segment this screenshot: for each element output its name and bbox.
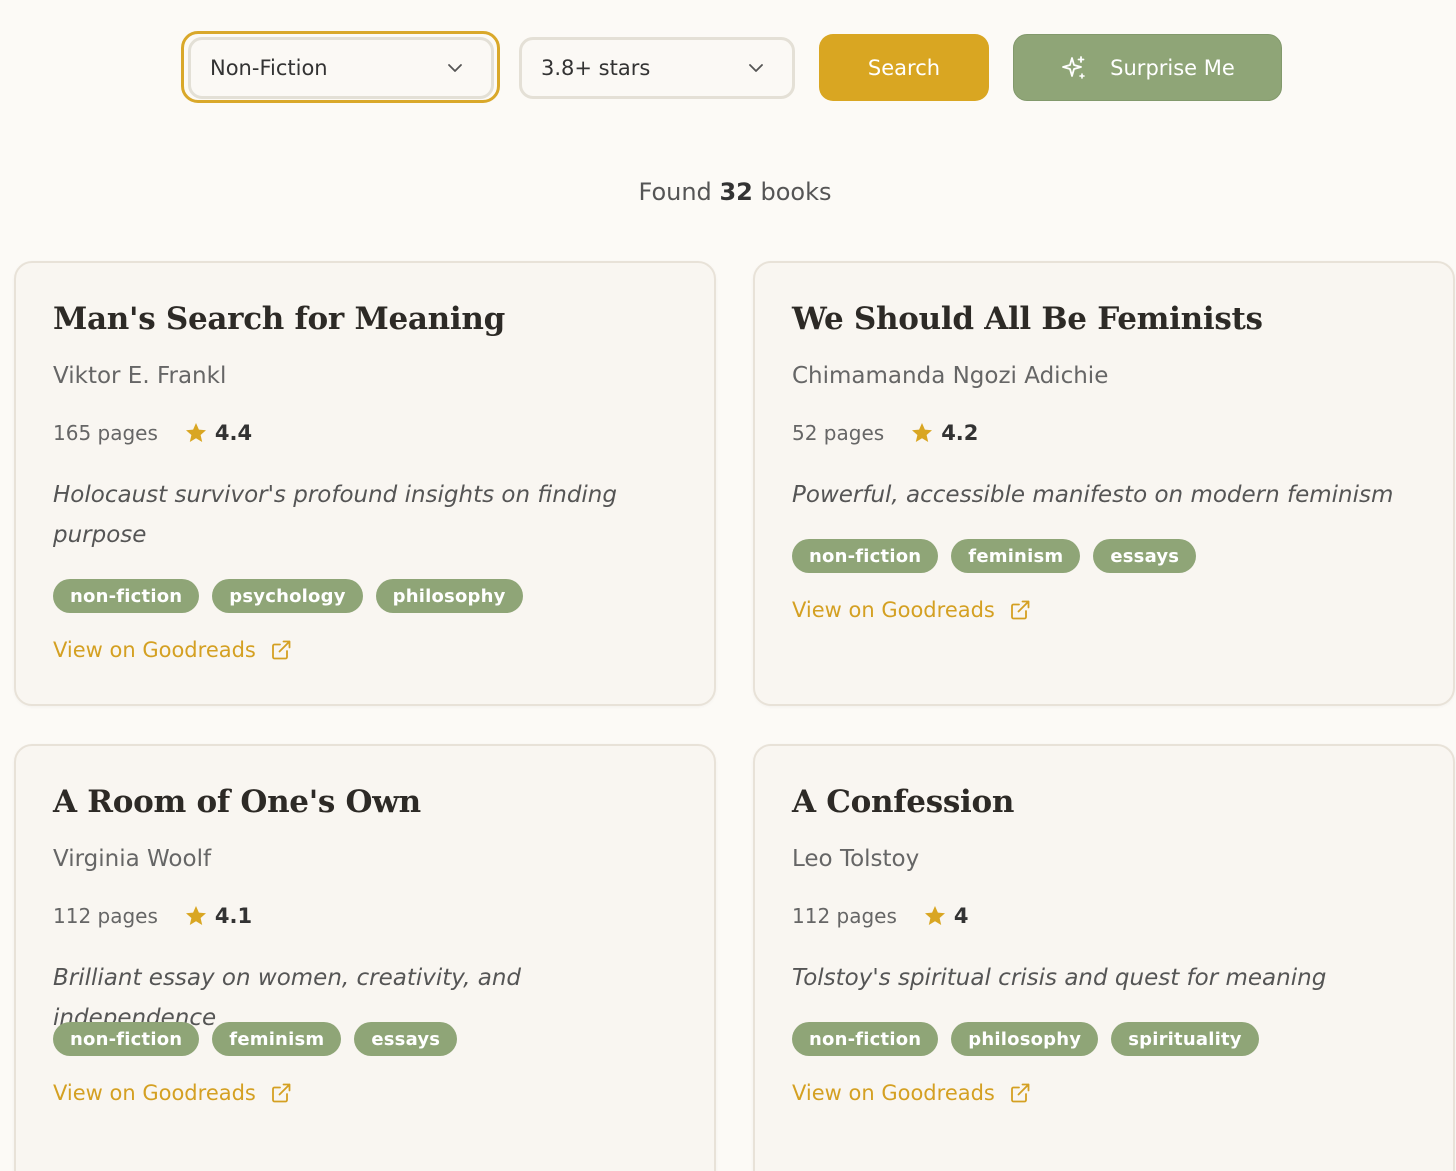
tag[interactable]: psychology [212, 579, 363, 613]
chevron-down-icon [448, 64, 462, 72]
tag-list: non-fiction feminism essays [53, 1022, 458, 1056]
book-card: We Should All Be Feminists Chimamanda Ng… [753, 261, 1455, 706]
book-pages: 52 pages [792, 421, 885, 445]
tag[interactable]: philosophy [951, 1022, 1099, 1056]
results-prefix: Found [638, 178, 712, 206]
goodreads-link-label: View on Goodreads [792, 1081, 995, 1105]
external-link-icon [1010, 600, 1030, 620]
book-title: A Confession [792, 784, 1015, 820]
book-title: A Room of One's Own [53, 784, 421, 820]
tag[interactable]: non-fiction [53, 579, 200, 613]
book-card: Man's Search for Meaning Viktor E. Frank… [14, 261, 716, 706]
book-author: Chimamanda Ngozi Adichie [792, 363, 1109, 389]
filter-bar: Non-Fiction 3.8+ stars Search Surprise M… [0, 0, 1456, 140]
tag[interactable]: spirituality [1111, 1022, 1259, 1056]
external-link-icon [271, 1083, 291, 1103]
tag[interactable]: non-fiction [53, 1022, 200, 1056]
rating-select[interactable]: 3.8+ stars [519, 37, 795, 99]
tag-list: non-fiction philosophy spirituality [792, 1022, 1259, 1056]
results-number: 32 [719, 178, 753, 206]
book-title: We Should All Be Feminists [792, 301, 1263, 337]
goodreads-link[interactable]: View on Goodreads [792, 1081, 1031, 1105]
results-suffix: books [760, 178, 832, 206]
genre-select[interactable]: Non-Fiction [188, 37, 494, 99]
goodreads-link-label: View on Goodreads [53, 1081, 256, 1105]
book-description: Holocaust survivor's profound insights o… [53, 482, 617, 548]
goodreads-link[interactable]: View on Goodreads [53, 1081, 292, 1105]
book-card: A Room of One's Own Virginia Woolf 112 p… [14, 744, 716, 1171]
tag[interactable]: non-fiction [792, 539, 939, 573]
tag[interactable]: essays [354, 1022, 458, 1056]
tag[interactable]: philosophy [375, 579, 523, 613]
book-pages: 165 pages [53, 421, 158, 445]
star-icon [185, 423, 206, 442]
goodreads-link-label: View on Goodreads [792, 598, 995, 622]
search-button-label: Search [867, 55, 941, 80]
star-icon [185, 906, 206, 925]
book-pages: 112 pages [792, 904, 897, 928]
book-description: Powerful, accessible manifesto on modern… [792, 482, 1394, 508]
tag-list: non-fiction psychology philosophy [53, 579, 523, 613]
book-rating: 4.2 [941, 421, 979, 445]
goodreads-link-label: View on Goodreads [53, 638, 256, 662]
book-description: Tolstoy's spiritual crisis and quest for… [792, 965, 1327, 991]
search-button[interactable]: Search [819, 34, 989, 101]
external-link-icon [271, 640, 291, 660]
surprise-me-button[interactable]: Surprise Me [1013, 34, 1282, 101]
book-rating: 4.4 [214, 421, 253, 445]
book-meta: 165 pages 4.4 [53, 421, 252, 445]
external-link-icon [1010, 1083, 1030, 1103]
tag[interactable]: feminism [951, 539, 1081, 573]
goodreads-link[interactable]: View on Goodreads [53, 638, 292, 662]
genre-select-value: Non-Fiction [210, 56, 328, 80]
book-author: Viktor E. Frankl [53, 363, 227, 389]
star-icon [912, 423, 933, 442]
goodreads-link[interactable]: View on Goodreads [792, 598, 1031, 622]
book-author: Virginia Woolf [53, 846, 212, 872]
sparkles-icon [1062, 55, 1085, 79]
results-count: Found 32 books [0, 178, 1456, 206]
book-meta: 112 pages 4.1 [53, 904, 252, 928]
book-author: Leo Tolstoy [792, 846, 920, 872]
chevron-down-icon [749, 64, 763, 72]
book-meta: 52 pages 4.2 [792, 421, 978, 445]
surprise-me-label: Surprise Me [1110, 55, 1235, 80]
tag[interactable]: feminism [212, 1022, 342, 1056]
book-title: Man's Search for Meaning [53, 301, 506, 337]
rating-select-value: 3.8+ stars [541, 56, 651, 80]
tag-list: non-fiction feminism essays [792, 539, 1197, 573]
tag[interactable]: non-fiction [792, 1022, 939, 1056]
book-meta: 112 pages 4 [792, 904, 969, 928]
star-icon [924, 906, 945, 925]
book-pages: 112 pages [53, 904, 158, 928]
tag[interactable]: essays [1093, 539, 1197, 573]
book-rating: 4.1 [214, 904, 253, 928]
book-rating: 4 [953, 904, 969, 928]
book-card: A Confession Leo Tolstoy 112 pages 4 Tol… [753, 744, 1455, 1171]
